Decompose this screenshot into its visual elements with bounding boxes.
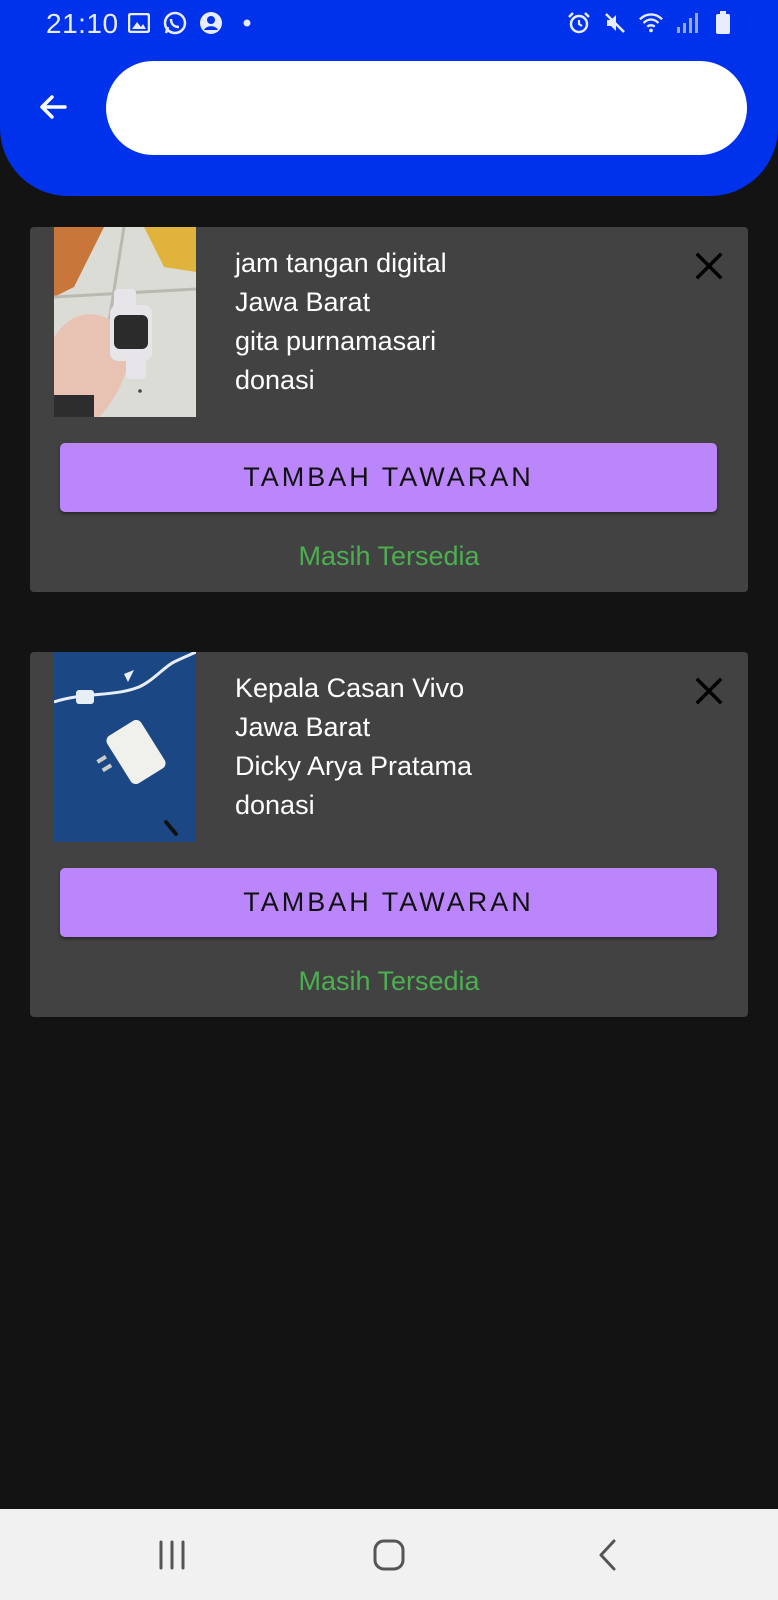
availability-status: Masih Tersedia bbox=[298, 966, 480, 996]
wifi-icon bbox=[638, 10, 664, 36]
system-nav-bar bbox=[0, 1509, 778, 1600]
back-icon bbox=[599, 1539, 616, 1571]
item-photo-smartwatch bbox=[54, 227, 196, 417]
alarm-icon bbox=[566, 10, 592, 36]
item-info: Kepala Casan Vivo Jawa Barat Dicky Arya … bbox=[235, 669, 472, 825]
clock: 21:10 bbox=[46, 8, 119, 39]
app-header: 21:10 bbox=[0, 0, 778, 196]
item-region: Jawa Barat bbox=[235, 287, 371, 317]
item-region: Jawa Barat bbox=[235, 712, 371, 742]
remove-item-button[interactable] bbox=[690, 247, 728, 285]
item-owner: Dicky Arya Pratama bbox=[235, 751, 473, 781]
signal-icon bbox=[674, 10, 700, 36]
item-name: Kepala Casan Vivo bbox=[235, 673, 465, 703]
recent-apps-icon bbox=[159, 1540, 185, 1570]
add-offer-button[interactable]: TAMBAH TAWARAN bbox=[60, 868, 717, 937]
search-input[interactable] bbox=[106, 61, 747, 155]
dot-icon bbox=[234, 10, 260, 36]
recent-apps-button[interactable] bbox=[150, 1533, 194, 1577]
availability-status: Masih Tersedia bbox=[298, 541, 480, 571]
close-icon bbox=[695, 677, 723, 705]
status-bar: 21:10 bbox=[0, 0, 778, 48]
item-type: donasi bbox=[235, 790, 315, 820]
back-arrow-button[interactable] bbox=[30, 84, 76, 130]
item-info: jam tangan digital Jawa Barat gita purna… bbox=[235, 244, 447, 400]
item-owner: gita purnamasari bbox=[235, 326, 437, 356]
item-card: jam tangan digital Jawa Barat gita purna… bbox=[30, 227, 748, 592]
home-button[interactable] bbox=[367, 1533, 411, 1577]
item-card: Kepala Casan Vivo Jawa Barat Dicky Arya … bbox=[30, 652, 748, 1017]
item-name: jam tangan digital bbox=[235, 248, 447, 278]
battery-icon bbox=[710, 10, 736, 36]
arrow-left-icon bbox=[40, 95, 67, 119]
mute-icon bbox=[602, 10, 628, 36]
remove-item-button[interactable] bbox=[690, 672, 728, 710]
close-icon bbox=[695, 252, 723, 280]
gallery-icon bbox=[126, 10, 152, 36]
home-icon bbox=[373, 1539, 405, 1571]
item-photo-charger bbox=[54, 652, 196, 842]
account-icon bbox=[198, 10, 224, 36]
whatsapp-icon bbox=[162, 10, 188, 36]
item-type: donasi bbox=[235, 365, 315, 395]
system-back-button[interactable] bbox=[586, 1533, 630, 1577]
add-offer-button[interactable]: TAMBAH TAWARAN bbox=[60, 443, 717, 512]
